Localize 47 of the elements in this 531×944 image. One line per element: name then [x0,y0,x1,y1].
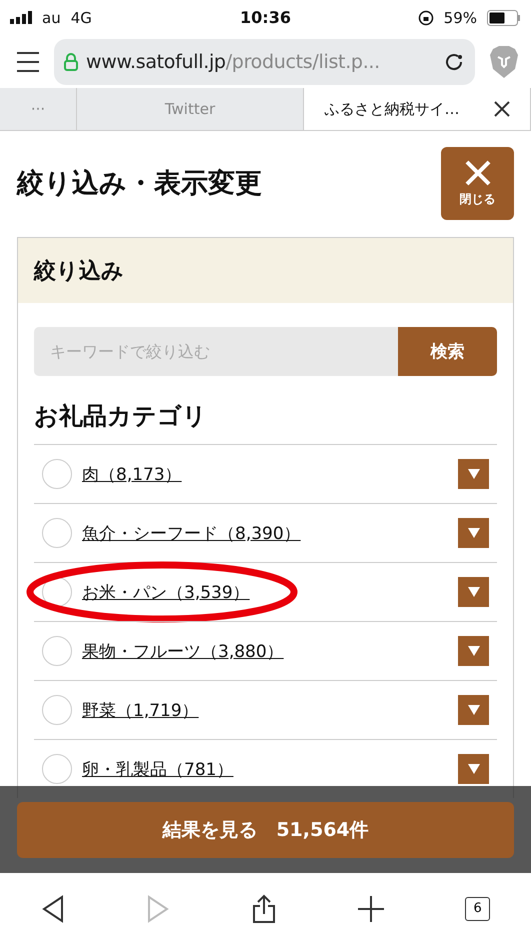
carrier-name: au [42,8,61,26]
share-button[interactable] [252,894,276,924]
radio-button[interactable] [42,459,72,489]
category-link[interactable]: お米・パン（3,539） [82,580,448,604]
new-tab-button[interactable] [358,896,384,922]
triangle-down-icon [466,645,480,657]
results-button[interactable]: 結果を見る 51,564件 [17,802,514,858]
close-icon [464,158,492,186]
expand-button[interactable] [458,695,489,725]
battery-icon [487,10,521,26]
expand-button[interactable] [458,459,489,489]
expand-button[interactable] [458,577,489,607]
category-link[interactable]: 卵・乳製品（781） [82,758,448,780]
triangle-down-icon [466,704,480,716]
category-link[interactable]: 魚介・シーフード（8,390） [82,522,448,544]
close-button[interactable]: 閉じる [441,146,514,220]
lock-icon [64,52,78,70]
close-icon[interactable] [494,101,510,117]
page-title: 絞り込み・表示変更 [17,167,262,201]
keyword-field[interactable]: キーワードで絞り込む [34,327,398,376]
radio-button[interactable] [42,754,72,784]
radio-button[interactable] [42,636,72,666]
radio-button[interactable] [42,518,72,548]
triangle-down-icon [466,527,480,539]
tab-count-button[interactable]: 6 [465,896,490,920]
network-type: 4G [70,8,92,26]
signal-icon [10,11,32,24]
battery-percent: 59% [444,8,477,26]
category-link[interactable]: 肉（8,173） [82,462,448,486]
expand-button[interactable] [458,518,489,548]
expand-button[interactable] [458,636,489,666]
menu-icon[interactable] [16,50,40,72]
orientation-lock-icon [418,10,434,26]
search-button[interactable]: 検索 [398,327,497,376]
back-button[interactable] [40,894,65,922]
address-bar[interactable]: www.satofull.jp/products/list.p... [54,38,475,84]
triangle-down-icon [466,586,480,598]
url-text: www.satofull.jp/products/list.p... [86,50,381,72]
category-link[interactable]: 果物・フルーツ（3,880） [82,640,448,662]
radio-button[interactable] [42,695,72,725]
triangle-down-icon [466,468,480,480]
panel-title: 絞り込み [34,258,124,286]
triangle-down-icon [466,763,480,775]
category-heading: お礼品カテゴリ [34,401,208,432]
category-link[interactable]: 野菜（1,719） [82,698,448,722]
expand-button[interactable] [458,754,489,784]
clock-time: 10:36 [240,8,291,27]
